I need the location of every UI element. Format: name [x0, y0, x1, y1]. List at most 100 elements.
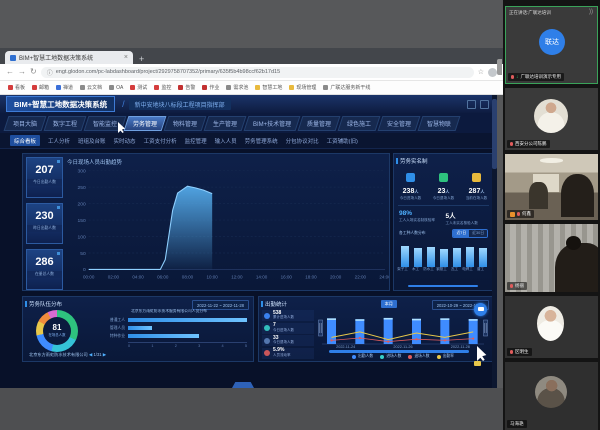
scrollbar-thumb[interactable] — [492, 99, 497, 169]
main-nav-tab[interactable]: 绿色施工 — [338, 116, 381, 131]
browser-profile-avatar[interactable] — [488, 68, 497, 77]
period-button[interactable]: 本月 — [381, 300, 397, 308]
svg-text:150: 150 — [78, 218, 86, 224]
svg-text:10:00: 10:00 — [206, 274, 218, 279]
main-nav-tab[interactable]: 安全管理 — [378, 116, 421, 131]
desktop-bottom-strip — [0, 388, 503, 430]
bookmark-item[interactable]: OA — [109, 85, 123, 91]
participant-tile[interactable]: 区明生 — [505, 296, 598, 358]
notification-icon[interactable] — [467, 100, 476, 109]
svg-text:04:00: 04:00 — [132, 274, 144, 279]
stat-value: 23人 — [427, 188, 460, 195]
ceiling-lamp — [540, 158, 562, 163]
stat-card: 230昨日出勤人数 — [26, 203, 63, 244]
bookmark-item[interactable]: 邮箱 — [32, 84, 49, 91]
sub-nav-tab[interactable]: 工资支付分析 — [144, 137, 177, 145]
bookmark-item[interactable]: 监控 — [154, 84, 171, 91]
legend-label: 出勤人数 — [358, 354, 373, 359]
combo-chart-axis: 2022-11-242022-11-262022-11-28 — [317, 345, 489, 349]
bookmark-item[interactable]: 智慧工地 — [255, 84, 282, 91]
legend-dot-icon — [352, 355, 356, 359]
svg-text:24:00: 24:00 — [379, 274, 389, 279]
browser-tab[interactable]: BIM+智慧工地数据决策系统 × — [5, 51, 133, 64]
worker-type-label: 瓦工 — [448, 267, 461, 272]
participant-video-tile[interactable]: 何鑫 — [505, 154, 598, 220]
sidebar-collapse-handle[interactable] — [497, 59, 502, 75]
legend-label: 出勤率 — [443, 354, 454, 359]
bookmark-item[interactable]: 禅道 — [56, 84, 73, 91]
main-nav-tab[interactable]: 物料管理 — [164, 116, 207, 131]
customer-service-float-button[interactable] — [474, 303, 487, 316]
bookmark-item[interactable]: 广联达服务新干线 — [323, 84, 370, 91]
tab-close-icon[interactable]: × — [124, 54, 128, 61]
worker-bar — [414, 248, 422, 266]
bookmark-item[interactable]: 需求池 — [226, 84, 248, 91]
participant-video-tile[interactable]: 杨丽 — [505, 224, 598, 292]
site-info-icon[interactable]: ⓘ — [47, 68, 53, 77]
bookmark-item[interactable]: 测试 — [130, 84, 147, 91]
muted-mic-icon — [517, 212, 520, 217]
legend-label: 退场人数 — [414, 354, 429, 359]
main-nav-tab[interactable]: 生产管理 — [204, 116, 247, 131]
stat-dot-icon — [264, 325, 270, 331]
sub-nav-tab[interactable]: 输入人员 — [215, 137, 237, 145]
main-nav-tab[interactable]: 质量管理 — [298, 116, 341, 131]
main-nav-tab[interactable]: BIM+技术管理 — [244, 116, 301, 131]
refresh-icon[interactable]: ↻ — [30, 68, 37, 76]
url-field[interactable]: ⓘ engt.glodon.com/pc-labdashboard/projec… — [41, 67, 474, 78]
main-nav-tab[interactable]: 智慧物联 — [418, 116, 461, 131]
toggle-option-30d[interactable]: 近30日 — [469, 230, 487, 237]
bookmark-label: OA — [116, 85, 123, 91]
project-selector[interactable]: 新中安地块八标段工程项目指挥部 — [129, 98, 231, 110]
main-nav-tab[interactable]: 劳务管理 — [124, 116, 167, 131]
bookmark-label: 云文档 — [87, 84, 102, 91]
period-toggle[interactable]: 近7日 近30日 — [452, 229, 488, 238]
fullscreen-icon[interactable] — [480, 100, 489, 109]
svg-text:300: 300 — [78, 168, 86, 174]
sub-nav-tab[interactable]: 工人分析 — [48, 137, 70, 145]
muted-mic-icon — [510, 350, 513, 355]
bookmark-item[interactable]: 看板 — [8, 84, 25, 91]
main-nav-tab[interactable]: 项目大脑 — [4, 116, 47, 131]
new-tab-button[interactable]: + — [139, 54, 144, 64]
sub-nav-tab[interactable]: 工资辅助(旧) — [327, 137, 358, 145]
bookmark-favicon-icon — [202, 85, 207, 90]
attendance-stat-item: 538累计进场人数 — [262, 310, 314, 321]
main-nav-tab-label: 智慧物联 — [427, 119, 451, 128]
browser-scrollbar[interactable] — [492, 95, 497, 388]
bookmark-item[interactable]: 告警 — [178, 84, 195, 91]
sub-nav-tab[interactable]: 分包协议对比 — [286, 137, 319, 145]
toggle-option-7d[interactable]: 近7日 — [453, 230, 469, 237]
bookmark-item[interactable]: 云文档 — [80, 84, 102, 91]
main-nav-tab[interactable]: 数字工程 — [44, 116, 87, 131]
sub-nav-tab[interactable]: 监控管理 — [185, 137, 207, 145]
bookmark-item[interactable]: 现场管理 — [289, 84, 316, 91]
attendance-stat-item: 33今日退场人数 — [262, 335, 314, 346]
legend-item: 退场人数 — [408, 354, 429, 359]
bookmark-label: 广联达服务新干线 — [330, 84, 370, 91]
sub-nav-tab[interactable]: 劳务管理系统 — [245, 137, 278, 145]
svg-text:00:00: 00:00 — [83, 274, 95, 279]
sub-nav-tab[interactable]: 实时动态 — [114, 137, 136, 145]
combo-chart-scrollbar[interactable] — [329, 350, 469, 353]
pager-prev-icon[interactable]: ◀ — [89, 352, 92, 357]
verify-rate-value: 98% — [399, 210, 442, 217]
worker-chart-scrollbar[interactable] — [408, 285, 478, 288]
bookmark-item[interactable]: 作业 — [202, 84, 219, 91]
sub-nav-tab[interactable]: 综合看板 — [10, 135, 40, 146]
svg-text:02:00: 02:00 — [108, 274, 120, 279]
pager-next-icon[interactable]: ▶ — [103, 352, 106, 357]
forward-icon[interactable]: → — [18, 68, 26, 76]
participant-tile[interactable]: 马海艳 — [505, 362, 598, 430]
bookmark-star-icon[interactable]: ☆ — [478, 68, 484, 76]
main-nav-tab-label: 绿色施工 — [347, 119, 371, 128]
back-icon[interactable]: ← — [6, 68, 14, 76]
sub-nav-tab[interactable]: 班组及台账 — [78, 137, 106, 145]
participant-tile[interactable]: 西安分公司陈鹏 — [505, 88, 598, 150]
svg-text:08:00: 08:00 — [182, 274, 194, 279]
verify-rate-label: 工人入场实名制核验率 — [399, 218, 442, 223]
active-speaker-tile[interactable]: 正在讲话:广联达培训 )) 联达 ↓ 广联达培训演示专用 — [505, 6, 598, 84]
participant-avatar — [534, 99, 568, 133]
participant-name: 区明生 — [515, 349, 529, 355]
stat-label: 今日退场人数 — [273, 341, 294, 345]
